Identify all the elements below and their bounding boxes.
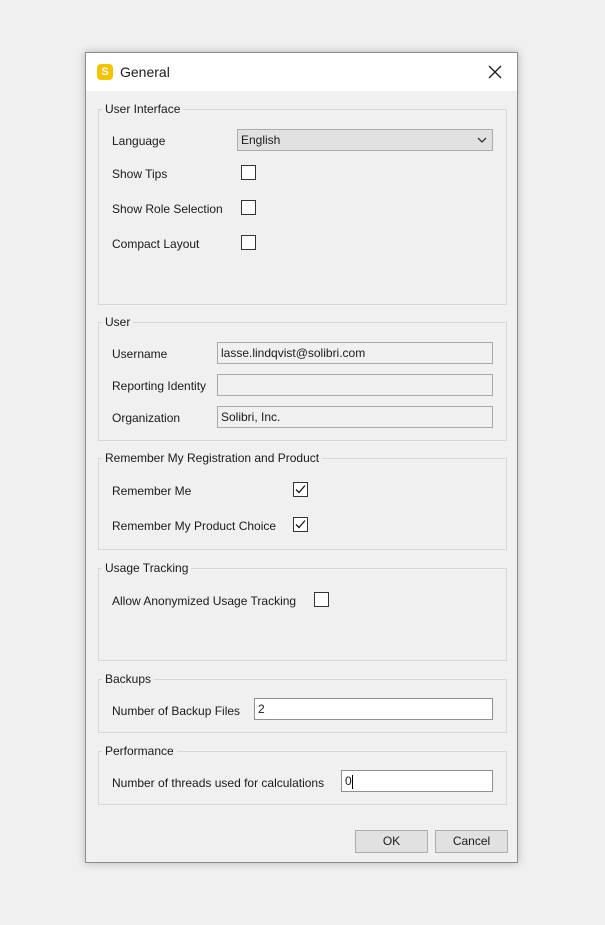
- compact-layout-checkbox[interactable]: [241, 235, 256, 250]
- remember-product-checkbox[interactable]: [293, 517, 308, 532]
- group-usage-tracking: Usage Tracking: [98, 561, 507, 661]
- checkmark-icon: [295, 485, 306, 494]
- threads-value: 0: [345, 774, 352, 788]
- compact-layout-label: Compact Layout: [112, 237, 200, 251]
- language-dropdown[interactable]: English: [237, 129, 493, 151]
- remember-product-label: Remember My Product Choice: [112, 519, 277, 533]
- language-label: Language: [112, 134, 166, 148]
- reporting-identity-field[interactable]: [217, 374, 493, 396]
- organization-field[interactable]: Solibri, Inc.: [217, 406, 493, 428]
- close-button[interactable]: [479, 57, 511, 87]
- chevron-down-icon: [477, 137, 487, 143]
- usage-tracking-label: Allow Anonymized Usage Tracking: [112, 594, 297, 608]
- text-caret: [351, 774, 353, 789]
- language-selected-value: English: [241, 133, 281, 147]
- group-legend: Performance: [105, 744, 174, 758]
- show-role-selection-label: Show Role Selection: [112, 202, 223, 216]
- show-role-selection-checkbox[interactable]: [241, 200, 256, 215]
- remember-me-checkbox[interactable]: [293, 482, 308, 497]
- group-legend: Usage Tracking: [105, 561, 189, 575]
- threads-field[interactable]: 0: [341, 770, 493, 792]
- remember-me-label: Remember Me: [112, 484, 192, 498]
- group-remember-registration: Remember My Registration and Product: [98, 451, 507, 550]
- dialog-title: General: [120, 64, 170, 80]
- show-tips-label: Show Tips: [112, 167, 168, 181]
- organization-label: Organization: [112, 411, 181, 425]
- checkmark-icon: [295, 520, 306, 529]
- cancel-button[interactable]: Cancel: [435, 830, 508, 853]
- reporting-identity-label: Reporting Identity: [112, 379, 207, 393]
- group-legend: User: [105, 315, 131, 329]
- group-legend: Backups: [105, 672, 152, 686]
- general-dialog: S General User Interface Language Englis…: [85, 52, 518, 863]
- group-legend: User Interface: [105, 102, 181, 116]
- close-icon: [488, 65, 502, 79]
- username-field[interactable]: lasse.lindqvist@solibri.com: [217, 342, 493, 364]
- usage-tracking-checkbox[interactable]: [314, 592, 329, 607]
- show-tips-checkbox[interactable]: [241, 165, 256, 180]
- app-logo-icon: S: [97, 64, 113, 80]
- threads-label: Number of threads used for calculations: [112, 776, 325, 790]
- ok-button[interactable]: OK: [355, 830, 428, 853]
- backup-count-label: Number of Backup Files: [112, 704, 241, 718]
- group-legend: Remember My Registration and Product: [105, 451, 320, 465]
- title-bar: S General: [86, 53, 517, 91]
- backup-count-field[interactable]: 2: [254, 698, 493, 720]
- username-label: Username: [112, 347, 168, 361]
